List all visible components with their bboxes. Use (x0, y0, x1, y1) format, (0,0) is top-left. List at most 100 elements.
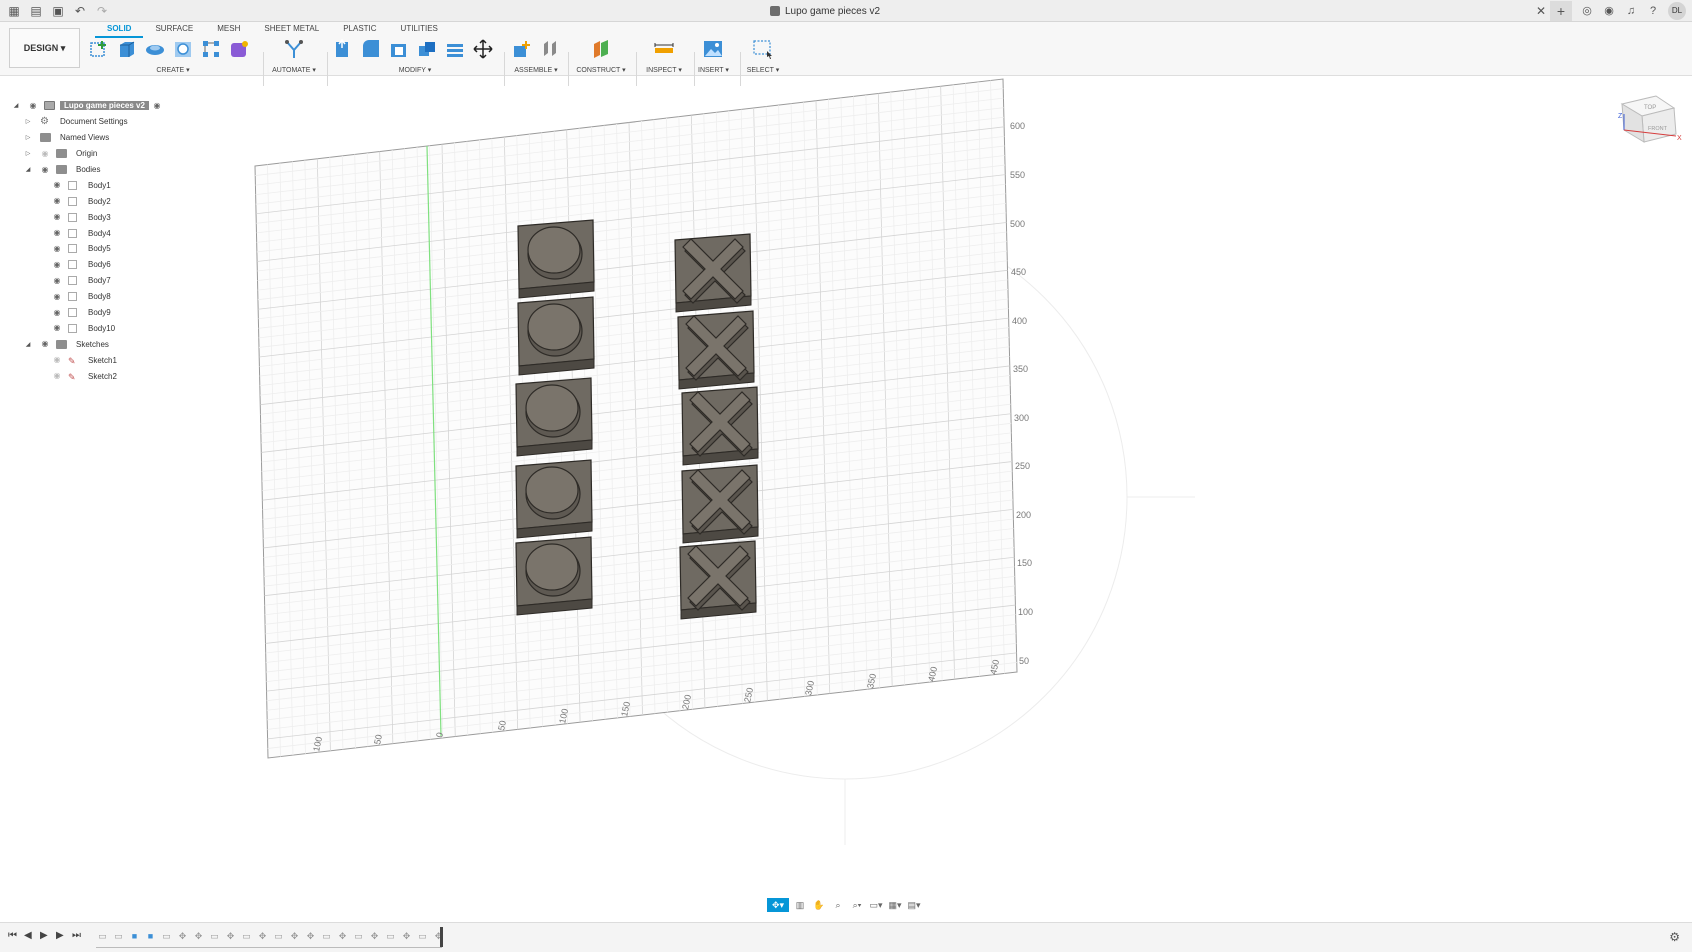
timeline-sketch-icon[interactable]: ▭ (112, 930, 125, 943)
view-cube[interactable]: TOP FRONT Z X (1616, 92, 1684, 150)
create-sketch-icon[interactable] (88, 38, 110, 60)
timeline-sketch-icon[interactable]: ▭ (352, 930, 365, 943)
design-canvas[interactable]: 600 550 500 450 400 350 300 250 200 150 … (0, 76, 1692, 914)
look-at-icon[interactable]: ▥ (792, 898, 808, 912)
expand-triangle-icon[interactable]: ▷ (24, 118, 32, 125)
browser-item-sketch[interactable]: ◉ ✎ Sketch2 (10, 368, 230, 384)
timeline-extrude-icon[interactable]: ■ (128, 930, 141, 943)
visibility-eye-icon[interactable]: ◉ (52, 371, 62, 381)
select-group-label[interactable]: SELECT ▾ (744, 66, 782, 74)
timeline-move-icon[interactable]: ✥ (224, 930, 237, 943)
joint-icon[interactable] (539, 38, 561, 60)
timeline-move-icon[interactable]: ✥ (432, 930, 445, 943)
automate-icon[interactable] (283, 38, 305, 60)
measure-icon[interactable] (653, 38, 675, 60)
help-icon[interactable]: ? (1646, 4, 1660, 18)
move-copy-icon[interactable] (472, 38, 494, 60)
o-piece-disk-top[interactable] (525, 543, 579, 591)
fillet-icon[interactable] (360, 38, 382, 60)
collapse-triangle-icon[interactable]: ◢ (24, 341, 32, 348)
o-piece-disk-top[interactable] (527, 303, 581, 351)
activate-radio-icon[interactable]: ◉ (152, 101, 162, 111)
step-forward-icon[interactable]: ▶ (56, 930, 64, 941)
assemble-group-label[interactable]: ASSEMBLE ▾ (508, 66, 564, 74)
timeline-move-icon[interactable]: ✥ (304, 930, 317, 943)
timeline-sketch-icon[interactable]: ▭ (384, 930, 397, 943)
automate-group-label[interactable]: AUTOMATE ▾ (268, 66, 320, 74)
visibility-eye-icon[interactable]: ◉ (40, 165, 50, 175)
visibility-eye-icon[interactable]: ◉ (52, 355, 62, 365)
timeline-marker[interactable] (440, 927, 443, 947)
browser-item-body[interactable]: ◉ Body10 (10, 320, 230, 336)
timeline-move-icon[interactable]: ✥ (368, 930, 381, 943)
undo-icon[interactable]: ↶ (72, 0, 88, 22)
browser-item-body[interactable]: ◉ Body9 (10, 305, 230, 321)
close-tab-icon[interactable]: ✕ (1536, 0, 1546, 22)
visibility-eye-icon[interactable]: ◉ (40, 339, 50, 349)
window-select-icon[interactable] (752, 38, 774, 60)
browser-item-body[interactable]: ◉ Body5 (10, 241, 230, 257)
extensions-icon[interactable]: ◎ (1580, 4, 1594, 18)
visibility-eye-icon[interactable]: ◉ (52, 212, 62, 222)
pan-hand-icon[interactable]: ✋ (811, 898, 827, 912)
orbit-tool-icon[interactable]: ✥▾ (767, 898, 789, 912)
display-settings-icon[interactable]: ▭▾ (868, 898, 884, 912)
timeline-move-icon[interactable]: ✥ (400, 930, 413, 943)
insert-canvas-image-icon[interactable] (702, 38, 724, 60)
expand-triangle-icon[interactable]: ▷ (24, 150, 32, 157)
browser-item-body[interactable]: ◉ Body7 (10, 273, 230, 289)
browser-item-body[interactable]: ◉ Body3 (10, 209, 230, 225)
timeline-sketch-icon[interactable]: ▭ (240, 930, 253, 943)
new-tab-plus-icon[interactable]: + (1550, 1, 1572, 21)
browser-item-sketches[interactable]: ◢ ◉ Sketches (10, 336, 230, 352)
form-icon[interactable] (228, 38, 250, 60)
modify-group-label[interactable]: MODIFY ▾ (332, 66, 498, 74)
timeline-move-icon[interactable]: ✥ (176, 930, 189, 943)
shell-icon[interactable] (388, 38, 410, 60)
visibility-eye-icon[interactable]: ◉ (52, 244, 62, 254)
timeline-settings-gear-icon[interactable]: ⚙ (1669, 930, 1680, 944)
save-icon[interactable]: ▣ (50, 0, 66, 22)
timeline-move-icon[interactable]: ✥ (256, 930, 269, 943)
job-status-icon[interactable]: ◉ (1602, 4, 1616, 18)
redo-icon[interactable]: ↷ (94, 0, 110, 22)
create-group-label[interactable]: CREATE ▾ (88, 66, 258, 74)
visibility-eye-icon[interactable]: ◉ (52, 180, 62, 190)
visibility-eye-icon[interactable]: ◉ (52, 196, 62, 206)
timeline-move-icon[interactable]: ✥ (192, 930, 205, 943)
browser-item-body[interactable]: ◉ Body1 (10, 177, 230, 193)
offset-plane-icon[interactable] (590, 38, 612, 60)
timeline-sketch-icon[interactable]: ▭ (416, 930, 429, 943)
step-back-icon[interactable]: ◀ (24, 930, 32, 941)
document-tab[interactable]: Lupo game pieces v2 (770, 0, 880, 22)
timeline-move-icon[interactable]: ✥ (336, 930, 349, 943)
notifications-bell-icon[interactable]: ♫ (1624, 4, 1638, 18)
pattern-icon[interactable] (200, 38, 222, 60)
hole-icon[interactable] (172, 38, 194, 60)
timeline-sketch-icon[interactable]: ▭ (208, 930, 221, 943)
browser-item-body[interactable]: ◉ Body4 (10, 225, 230, 241)
o-piece-disk-top[interactable] (525, 384, 579, 432)
zoom-icon[interactable]: ⌕ (830, 898, 846, 912)
browser-item-document-settings[interactable]: ▷ ⚙ Document Settings (10, 114, 230, 130)
browser-item-named-views[interactable]: ▷ Named Views (10, 130, 230, 146)
timeline-sketch-icon[interactable]: ▭ (96, 930, 109, 943)
browser-root[interactable]: ◢ ◉ Lupo game pieces v2 ◉ (10, 98, 230, 114)
visibility-eye-icon[interactable]: ◉ (28, 101, 38, 111)
browser-item-sketch[interactable]: ◉ ✎ Sketch1 (10, 352, 230, 368)
browser-item-body[interactable]: ◉ Body8 (10, 289, 230, 305)
inspect-group-label[interactable]: INSPECT ▾ (640, 66, 688, 74)
view-cube-top-face[interactable]: TOP (1644, 105, 1656, 111)
go-to-end-icon[interactable]: ⏭ (72, 930, 81, 941)
visibility-eye-icon[interactable]: ◉ (52, 323, 62, 333)
go-to-start-icon[interactable]: ⏮ (8, 930, 17, 941)
visibility-eye-icon[interactable]: ◉ (52, 276, 62, 286)
revolve-icon[interactable] (144, 38, 166, 60)
visibility-eye-icon[interactable]: ◉ (52, 308, 62, 318)
o-piece-disk-top[interactable] (527, 226, 581, 274)
browser-item-body[interactable]: ◉ Body2 (10, 193, 230, 209)
offset-face-icon[interactable] (444, 38, 466, 60)
browser-item-body[interactable]: ◉ Body6 (10, 257, 230, 273)
construct-group-label[interactable]: CONSTRUCT ▾ (572, 66, 630, 74)
visibility-eye-icon[interactable]: ◉ (52, 228, 62, 238)
